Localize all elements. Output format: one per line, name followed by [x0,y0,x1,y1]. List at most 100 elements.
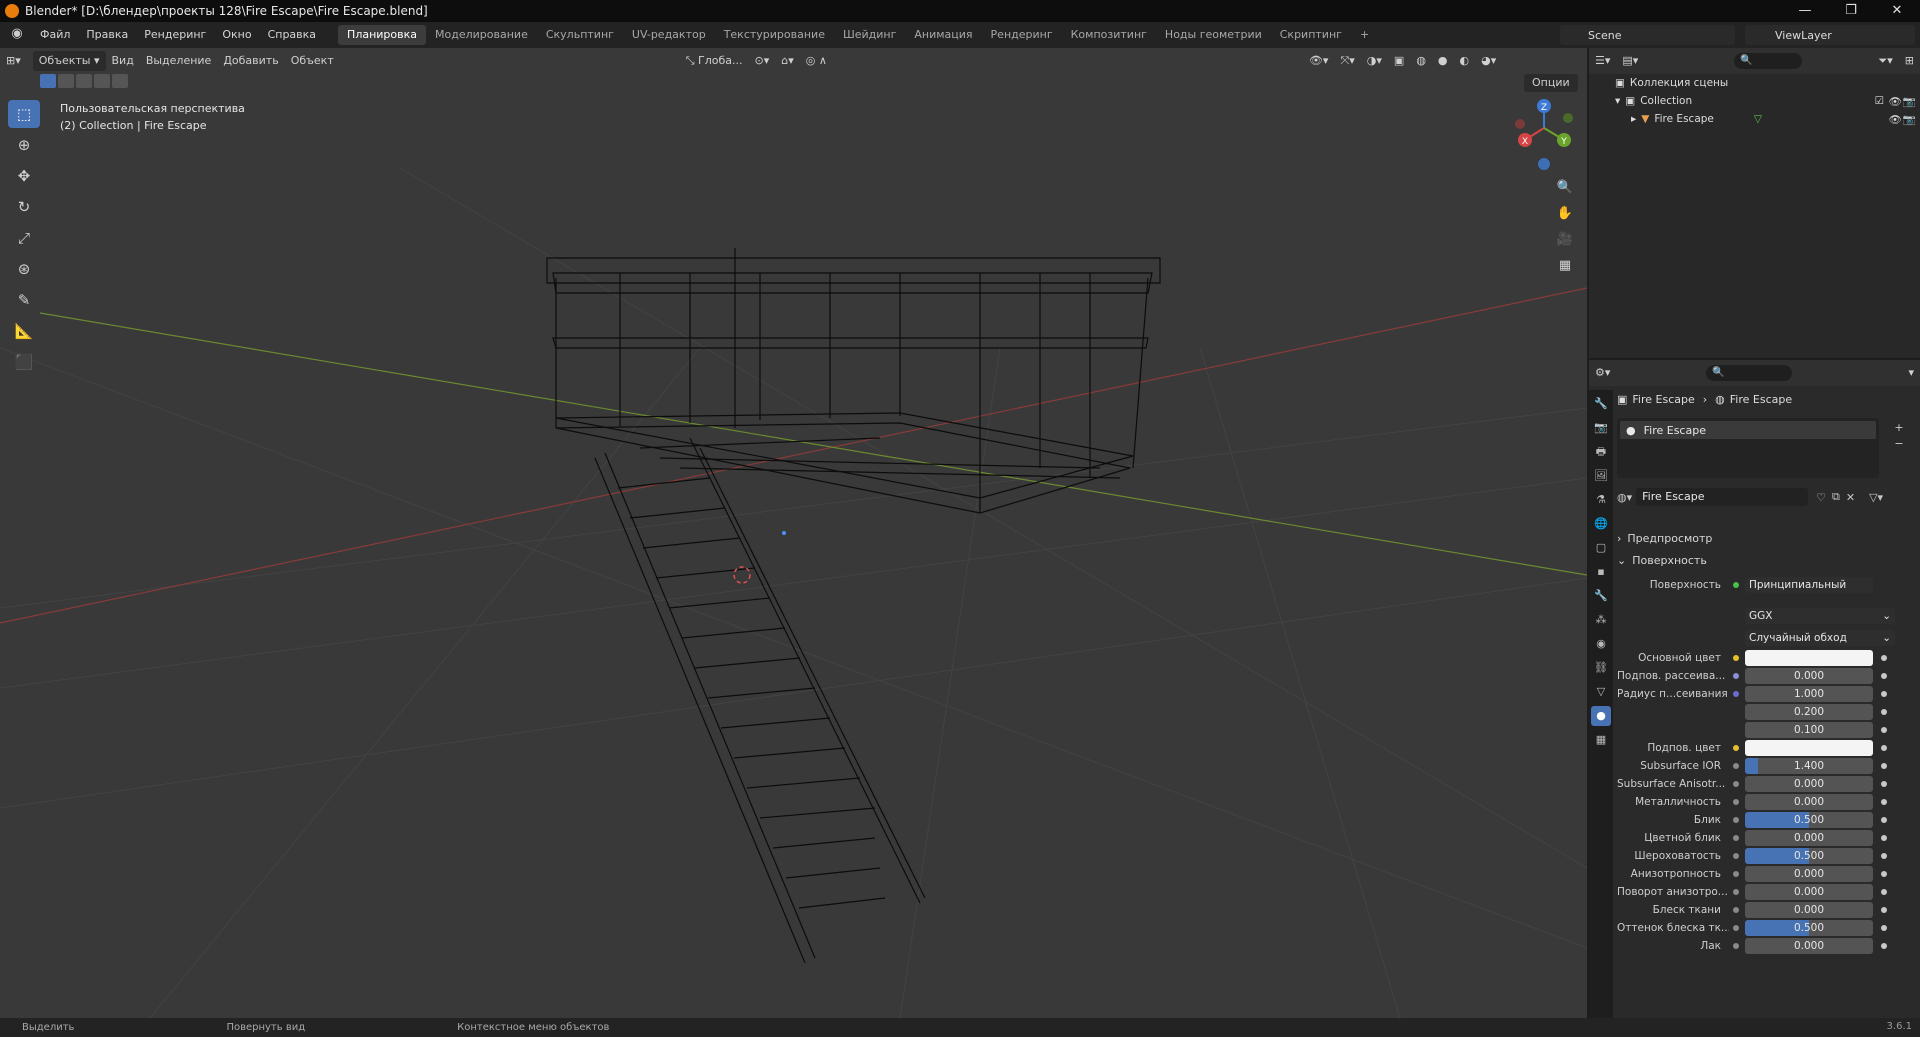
collection-tab-icon[interactable]: ▢ [1591,538,1611,558]
tab-compositing[interactable]: Композитинг [1062,25,1156,45]
input-socket-icon[interactable] [1733,817,1739,823]
material-slot-row[interactable]: ● Fire Escape [1620,421,1876,439]
keyframe-dot-icon[interactable] [1881,871,1887,877]
view-layer-tab-icon[interactable]: 🖼 [1591,466,1611,486]
tab-uv-editing[interactable]: UV-редактор [623,25,715,45]
proportional-edit-icon[interactable]: ◎ ∧ [800,51,833,71]
keyframe-dot-icon[interactable] [1881,781,1887,787]
keyframe-dot-icon[interactable] [1881,655,1887,661]
keyframe-dot-icon[interactable] [1881,763,1887,769]
tab-modeling[interactable]: Моделирование [426,25,537,45]
outliner-editor-type-icon[interactable]: ☰▾ [1589,51,1616,71]
keyframe-dot-icon[interactable] [1881,709,1887,715]
keyframe-dot-icon[interactable] [1881,673,1887,679]
value-slider[interactable]: 0.000 [1745,938,1873,954]
keyframe-dot-icon[interactable] [1881,727,1887,733]
collection-expand-icon[interactable]: ▾ [1615,95,1620,107]
maximize-button[interactable]: ❐ [1828,0,1874,22]
close-button[interactable]: ✕ [1874,0,1920,22]
input-socket-icon[interactable] [1733,835,1739,841]
overlays-icon[interactable]: ◑▾ [1361,51,1388,71]
select-intersect-icon[interactable] [112,74,128,88]
input-socket-icon[interactable] [1733,871,1739,877]
grid-view-icon[interactable]: ▦ [1553,254,1577,278]
subsurface-method-select[interactable]: Случайный обход ⌄ [1745,630,1895,646]
blender-menu-icon[interactable]: ◉ [8,26,26,44]
menu-add[interactable]: Добавить [217,51,284,71]
scene-selector[interactable]: Scene [1560,25,1735,45]
material-link-icon[interactable]: ▽▾ [1869,491,1883,504]
camera-icon[interactable]: 🎥 [1553,228,1577,252]
outliner-search-input[interactable]: 🔍 [1734,53,1803,69]
add-workspace-button[interactable]: + [1351,25,1378,45]
value-slider[interactable]: 0.200 [1745,704,1873,720]
material-tab-icon[interactable]: ● [1591,706,1611,726]
view-layer-selector[interactable]: ViewLayer [1745,25,1915,45]
move-tool-icon[interactable]: ✥ [8,162,40,190]
modifiers-tab-icon[interactable]: 🔧 [1591,586,1611,606]
value-slider[interactable]: 0.500 [1745,920,1873,936]
duplicate-material-icon[interactable]: ⧉ [1832,490,1840,504]
interaction-mode-select[interactable]: Объекты ▾ [32,51,106,71]
input-socket-icon[interactable] [1733,889,1739,895]
menu-help[interactable]: Справка [260,22,324,48]
scale-tool-icon[interactable]: ⤢ [8,224,40,252]
value-slider[interactable]: 0.000 [1745,830,1873,846]
shading-material-icon[interactable]: ◐ [1454,51,1476,71]
scene-tab-icon[interactable]: ⚗ [1591,490,1611,510]
browse-material-icon[interactable]: ◍▾ [1617,491,1632,504]
pan-hand-icon[interactable]: ✋ [1553,202,1577,226]
menu-object[interactable]: Объект [285,51,340,71]
physics-tab-icon[interactable]: ◉ [1591,634,1611,654]
input-socket-icon[interactable] [1733,691,1739,697]
input-socket-icon[interactable] [1733,745,1739,751]
input-socket-icon[interactable] [1733,727,1739,733]
menu-view[interactable]: Вид [106,51,140,71]
value-slider[interactable]: 1.400 [1745,758,1873,774]
transform-orientation-select[interactable]: ⤡ Глоба... [680,51,749,71]
surface-shader-select[interactable]: Принципиальный BSDF [1745,577,1873,593]
keyframe-dot-icon[interactable] [1881,889,1887,895]
input-socket-icon[interactable] [1733,655,1739,661]
preview-panel-header[interactable]: › Предпросмотр [1617,528,1917,548]
input-socket-icon[interactable] [1733,853,1739,859]
input-socket-icon[interactable] [1733,763,1739,769]
cursor-tool-icon[interactable]: ⊕ [8,131,40,159]
object-render-icon[interactable]: 📷 [1903,113,1916,126]
zoom-icon[interactable]: 🔍 [1553,176,1577,200]
pivot-point-icon[interactable]: ⊙▾ [749,51,776,71]
unlink-material-icon[interactable]: ✕ [1846,491,1855,504]
tab-layout[interactable]: Планировка [338,25,427,45]
keyframe-dot-icon[interactable] [1881,835,1887,841]
filter-icon[interactable]: ⏷▾ [1872,51,1898,71]
object-tab-icon[interactable]: ▪ [1591,562,1611,582]
snap-icon[interactable]: ⌂▾ [775,51,800,71]
new-collection-icon[interactable]: ⊞ [1899,51,1920,71]
mesh-data-icon[interactable]: ▽ [1754,113,1762,125]
tab-sculpting[interactable]: Скульптинг [537,25,623,45]
tab-geometry-nodes[interactable]: Ноды геометрии [1156,25,1271,45]
particles-tab-icon[interactable]: ⁂ [1591,610,1611,630]
3d-viewport[interactable]: Z X Y ⊞▾ Объекты ▾ Вид Выделение Добавит… [0,48,1587,1018]
value-slider[interactable]: 1.000 [1745,686,1873,702]
object-visibility-icon[interactable]: 👁 [1889,113,1902,126]
options-button[interactable]: Опции [1524,74,1578,92]
input-socket-icon[interactable] [1733,925,1739,931]
tool-tab-icon[interactable]: 🔧 [1591,394,1611,414]
xray-icon[interactable]: ▣ [1388,51,1410,71]
shading-rendered-icon[interactable]: ◕▾ [1475,51,1502,71]
scene-collection-row[interactable]: ▣ Коллекция сцены [1589,74,1920,92]
value-slider[interactable]: 0.000 [1745,776,1873,792]
collection-visibility-icon[interactable]: 👁 [1889,95,1902,108]
navigation-gizmo[interactable]: Z X Y [1515,99,1573,170]
surface-panel-header[interactable]: ⌄ Поверхность [1617,550,1917,570]
shading-solid-icon[interactable]: ● [1432,51,1454,71]
menu-file[interactable]: Файл [32,22,78,48]
menu-window[interactable]: Окно [214,22,259,48]
object-row-fire-escape[interactable]: ▸ ▼ Fire Escape ▽ 👁 📷 [1589,110,1920,128]
color-swatch[interactable] [1745,740,1873,756]
tab-scripting[interactable]: Скриптинг [1271,25,1351,45]
visibility-icon[interactable]: 👁▾ [1303,51,1335,71]
object-expand-icon[interactable]: ▸ [1631,113,1636,125]
keyframe-dot-icon[interactable] [1881,943,1887,949]
